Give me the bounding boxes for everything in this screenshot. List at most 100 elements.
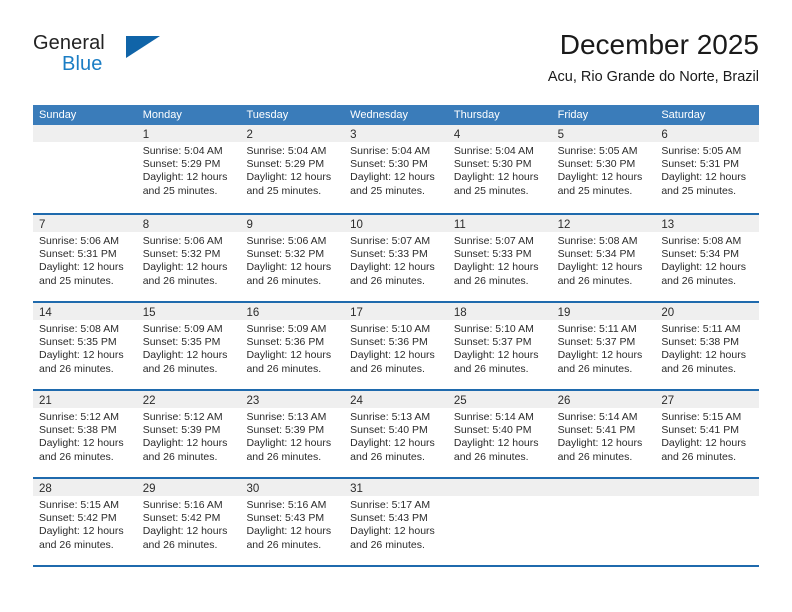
day-cell[interactable]: 31 Sunrise: 5:17 AM Sunset: 5:43 PM Dayligh…	[344, 479, 448, 565]
day-cell[interactable]: 29 Sunrise: 5:16 AM Sunset: 5:42 PM Dayligh…	[136, 479, 241, 565]
day-number-band: 19	[551, 303, 656, 320]
sunrise-time: Sunrise: 5:04 AM	[453, 145, 534, 157]
day-cell[interactable]: 23 Sunrise: 5:13 AM Sunset: 5:39 PM Dayligh…	[240, 391, 345, 477]
day-details: Sunrise: 5:10 AM Sunset: 5:36 PM Daylight:…	[344, 320, 448, 376]
daylight-duration-line2: and 26 minutes.	[453, 450, 529, 463]
day-cell[interactable]: 19 Sunrise: 5:11 AM Sunset: 5:37 PM Dayligh…	[551, 303, 656, 389]
day-cell[interactable]: 21 Sunrise: 5:12 AM Sunset: 5:38 PM Dayligh…	[33, 391, 137, 477]
day-details: Sunrise: 5:12 AM Sunset: 5:38 PM Daylight:…	[33, 408, 137, 464]
day-details: Sunrise: 5:08 AM Sunset: 5:34 PM Daylight:…	[552, 232, 656, 288]
day-number-band	[33, 125, 137, 142]
sunrise-time: Sunrise: 5:11 AM	[557, 323, 637, 335]
daylight-duration-line1: Daylight: 12 hours	[453, 261, 539, 274]
day-cell[interactable]: 2 Sunrise: 5:04 AM Sunset: 5:29 PM Daylight…	[240, 125, 345, 213]
sunrise-time: Sunrise: 5:13 AM	[246, 411, 327, 423]
day-cell[interactable]: 3 Sunrise: 5:04 AM Sunset: 5:30 PM Daylight…	[344, 125, 448, 213]
day-cell[interactable]: 4 Sunrise: 5:04 AM Sunset: 5:30 PM Daylight…	[447, 125, 552, 213]
day-cell[interactable]: 25 Sunrise: 5:14 AM Sunset: 5:40 PM Dayligh…	[447, 391, 552, 477]
brand-logo[interactable]: General Blue	[33, 32, 233, 88]
day-number: 21	[39, 395, 52, 407]
day-cell[interactable]: 5 Sunrise: 5:05 AM Sunset: 5:30 PM Daylight…	[551, 125, 656, 213]
day-cell[interactable]: 26 Sunrise: 5:14 AM Sunset: 5:41 PM Dayligh…	[551, 391, 656, 477]
day-number-band: 23	[240, 391, 345, 408]
title-block: December 2025 Acu, Rio Grande do Norte, …	[548, 28, 759, 86]
day-cell[interactable]: 8 Sunrise: 5:06 AM Sunset: 5:32 PM Daylight…	[136, 215, 241, 301]
day-cell[interactable]: 10 Sunrise: 5:07 AM Sunset: 5:33 PM Dayligh…	[344, 215, 448, 301]
daylight-duration-line1: Daylight: 12 hours	[557, 261, 643, 274]
day-number-band: 18	[447, 303, 552, 320]
daylight-duration-line2: and 25 minutes.	[350, 184, 425, 197]
day-details: Sunrise: 5:07 AM Sunset: 5:33 PM Daylight:…	[344, 232, 448, 288]
day-cell[interactable]: 20 Sunrise: 5:11 AM Sunset: 5:38 PM Dayligh…	[655, 303, 760, 389]
daylight-duration-line2: and 26 minutes.	[350, 538, 425, 551]
day-cell-empty	[551, 479, 656, 565]
day-number-band: 29	[136, 479, 241, 496]
day-cell[interactable]: 27 Sunrise: 5:15 AM Sunset: 5:41 PM Dayligh…	[655, 391, 760, 477]
sunset-time: Sunset: 5:38 PM	[661, 336, 739, 349]
day-cell[interactable]: 28 Sunrise: 5:15 AM Sunset: 5:42 PM Dayligh…	[33, 479, 137, 565]
day-cell[interactable]: 17 Sunrise: 5:10 AM Sunset: 5:36 PM Dayligh…	[344, 303, 448, 389]
day-cell-empty	[447, 479, 552, 565]
sunset-time: Sunset: 5:32 PM	[246, 248, 325, 261]
day-number: 30	[246, 483, 260, 495]
sunset-time: Sunset: 5:32 PM	[142, 248, 221, 261]
daylight-duration-line2: and 26 minutes.	[39, 450, 114, 463]
brand-name-general: General	[33, 32, 105, 54]
day-cell[interactable]: 11 Sunrise: 5:07 AM Sunset: 5:33 PM Dayligh…	[447, 215, 552, 301]
calendar-grid: Sunday Monday Tuesday Wednesday Thursday Frid…	[33, 105, 760, 567]
daylight-duration-line2: and 26 minutes.	[246, 274, 322, 287]
day-number: 24	[350, 395, 363, 407]
sunrise-time: Sunrise: 5:04 AM	[142, 145, 223, 157]
sunrise-time: Sunrise: 5:15 AM	[39, 499, 119, 511]
daylight-duration-line2: and 26 minutes.	[246, 538, 322, 551]
day-number: 14	[39, 307, 52, 319]
day-details: Sunrise: 5:16 AM Sunset: 5:43 PM Daylight:…	[240, 496, 344, 552]
daylight-duration-line1: Daylight: 12 hours	[453, 349, 539, 362]
day-cell[interactable]: 22 Sunrise: 5:12 AM Sunset: 5:39 PM Dayligh…	[136, 391, 241, 477]
day-of-week-header: Sunday Monday Tuesday Wednesday Thursday Frid…	[33, 105, 759, 125]
daylight-duration-line2: and 26 minutes.	[661, 274, 737, 287]
sunset-time: Sunset: 5:31 PM	[39, 248, 117, 261]
sunrise-time: Sunrise: 5:04 AM	[350, 145, 431, 157]
day-number-band: 26	[551, 391, 656, 408]
day-cell[interactable]: 18 Sunrise: 5:10 AM Sunset: 5:37 PM Dayligh…	[447, 303, 552, 389]
day-cell[interactable]: 24 Sunrise: 5:13 AM Sunset: 5:40 PM Dayligh…	[344, 391, 448, 477]
day-details: Sunrise: 5:13 AM Sunset: 5:40 PM Daylight:…	[344, 408, 448, 464]
sunset-time: Sunset: 5:39 PM	[246, 424, 325, 437]
day-cell[interactable]: 15 Sunrise: 5:09 AM Sunset: 5:35 PM Dayligh…	[136, 303, 241, 389]
day-cell[interactable]: 9 Sunrise: 5:06 AM Sunset: 5:32 PM Daylight…	[240, 215, 345, 301]
day-number-band: 8	[136, 215, 241, 232]
daylight-duration-line2: and 25 minutes.	[246, 184, 322, 197]
day-details: Sunrise: 5:17 AM Sunset: 5:43 PM Daylight:…	[344, 496, 448, 552]
daylight-duration-line1: Daylight: 12 hours	[246, 437, 332, 450]
day-cell[interactable]: 12 Sunrise: 5:08 AM Sunset: 5:34 PM Dayligh…	[551, 215, 656, 301]
day-number: 12	[557, 219, 571, 231]
brand-name-blue: Blue	[62, 53, 103, 75]
day-cell[interactable]: 6 Sunrise: 5:05 AM Sunset: 5:31 PM Daylight…	[655, 125, 760, 213]
daylight-duration-line2: and 26 minutes.	[557, 274, 633, 287]
sunset-time: Sunset: 5:34 PM	[661, 248, 739, 261]
sunrise-time: Sunrise: 5:16 AM	[246, 499, 327, 511]
daylight-duration-line1: Daylight: 12 hours	[39, 349, 124, 362]
daylight-duration-line2: and 26 minutes.	[142, 274, 218, 287]
day-number: 17	[350, 307, 363, 319]
sunset-time: Sunset: 5:38 PM	[39, 424, 117, 437]
day-number-band: 22	[136, 391, 241, 408]
day-cell[interactable]: 30 Sunrise: 5:16 AM Sunset: 5:43 PM Dayligh…	[240, 479, 345, 565]
sunset-time: Sunset: 5:34 PM	[557, 248, 636, 261]
day-cell[interactable]: 7 Sunrise: 5:06 AM Sunset: 5:31 PM Daylight…	[33, 215, 137, 301]
day-number-band	[655, 479, 760, 496]
day-cell[interactable]: 16 Sunrise: 5:09 AM Sunset: 5:36 PM Dayligh…	[240, 303, 345, 389]
day-number-band: 6	[655, 125, 760, 142]
day-of-week-sunday: Sunday	[39, 109, 77, 121]
daylight-duration-line1: Daylight: 12 hours	[246, 171, 332, 184]
day-number: 22	[142, 395, 156, 407]
day-cell[interactable]: 14 Sunrise: 5:08 AM Sunset: 5:35 PM Dayligh…	[33, 303, 137, 389]
sunset-time: Sunset: 5:35 PM	[142, 336, 221, 349]
sunrise-time: Sunrise: 5:16 AM	[142, 499, 223, 511]
day-cell[interactable]: 1 Sunrise: 5:04 AM Sunset: 5:29 PM Daylight…	[136, 125, 241, 213]
daylight-duration-line1: Daylight: 12 hours	[142, 437, 228, 450]
day-cell[interactable]: 13 Sunrise: 5:08 AM Sunset: 5:34 PM Dayligh…	[655, 215, 760, 301]
day-of-week-wednesday: Wednesday	[350, 109, 409, 121]
day-details: Sunrise: 5:06 AM Sunset: 5:31 PM Daylight:…	[33, 232, 137, 288]
